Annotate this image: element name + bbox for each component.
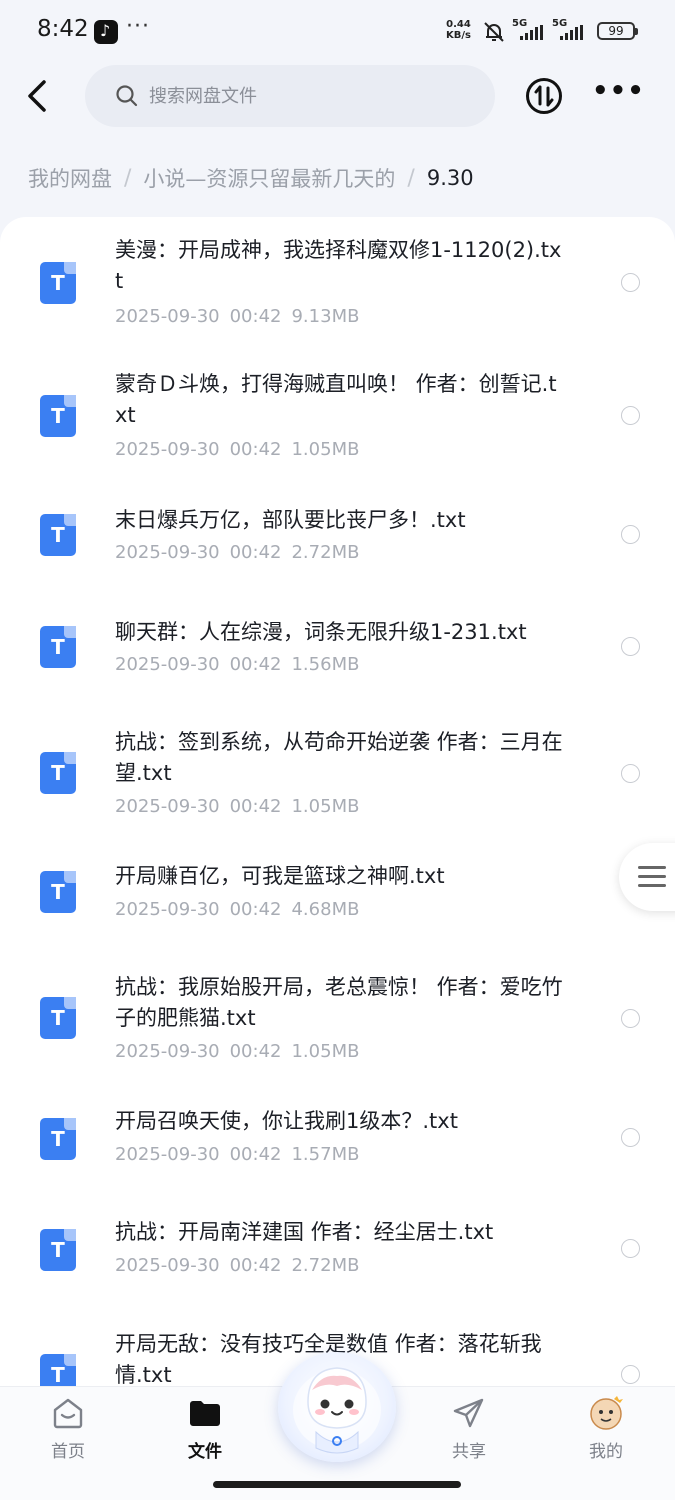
- file-meta: 2025-09-30 00:42 1.05MB: [115, 1041, 360, 1062]
- file-row[interactable]: T 美漫：开局成神，我选择科魔双修1-1120(2).txt 2025-09-3…: [0, 217, 675, 337]
- breadcrumb-separator: /: [407, 165, 415, 191]
- txt-file-icon: T: [40, 871, 76, 913]
- breadcrumb-item-root[interactable]: 我的网盘: [28, 163, 112, 193]
- txt-file-icon: T: [40, 1229, 76, 1271]
- file-meta: 2025-09-30 00:42 9.13MB: [115, 306, 360, 327]
- breadcrumb-item-current: 9.30: [426, 166, 474, 190]
- file-row[interactable]: T 抗战：签到系统，从苟命开始逆袭 作者：三月在望.txt 2025-09-30…: [0, 711, 675, 835]
- mascot-assistant-button[interactable]: [278, 1352, 396, 1462]
- file-name: 聊天群：人在综漫，词条无限升级1-231.txt: [115, 620, 527, 644]
- select-radio[interactable]: [621, 525, 640, 544]
- nav-item-files[interactable]: 文件: [160, 1387, 250, 1477]
- file-list: T 美漫：开局成神，我选择科魔双修1-1120(2).txt 2025-09-3…: [0, 217, 675, 1407]
- home-icon: [53, 1398, 83, 1429]
- status-bar: 8:42 ··· 0.44 KB/s 5G 5G 99: [0, 0, 675, 62]
- file-row[interactable]: T 聊天群：人在综漫，词条无限升级1-231.txt 2025-09-30 00:…: [0, 599, 675, 699]
- home-indicator[interactable]: [213, 1481, 461, 1488]
- file-name: 抗战：我原始股开局，老总震惊！ 作者：爱吃竹子的肥熊猫.txt: [115, 975, 563, 1030]
- nav-item-me[interactable]: 我的: [561, 1387, 651, 1477]
- nav-label: 文件: [188, 1442, 222, 1462]
- signal-sim2-icon: 5G: [552, 18, 588, 42]
- battery-indicator: 99: [597, 22, 638, 40]
- transfer-sort-icon[interactable]: [525, 77, 563, 115]
- file-name: 抗战：签到系统，从苟命开始逆袭 作者：三月在望.txt: [115, 730, 563, 785]
- avatar-icon: [590, 1396, 623, 1430]
- file-name: 开局赚百亿，可我是篮球之神啊.txt: [115, 864, 445, 888]
- nav-label: 共享: [452, 1442, 486, 1462]
- select-radio[interactable]: [621, 1239, 640, 1258]
- nav-item-home[interactable]: 首页: [23, 1387, 113, 1477]
- file-row[interactable]: T 抗战：我原始股开局，老总震惊！ 作者：爱吃竹子的肥熊猫.txt 2025-0…: [0, 956, 675, 1080]
- bell-muted-icon: [484, 22, 504, 42]
- select-radio[interactable]: [621, 273, 640, 292]
- more-notifications-indicator: ···: [126, 14, 150, 39]
- breadcrumb-separator: /: [124, 165, 132, 191]
- file-meta: 2025-09-30 00:42 2.72MB: [115, 1255, 360, 1276]
- select-radio[interactable]: [621, 764, 640, 783]
- file-row[interactable]: T 末日爆兵万亿，部队要比丧尸多！.txt 2025-09-30 00:42 2.7…: [0, 487, 675, 587]
- txt-file-icon: T: [40, 1118, 76, 1160]
- network-speed-unit: KB/s: [446, 30, 471, 41]
- file-meta: 2025-09-30 00:42 1.05MB: [115, 796, 360, 817]
- file-name: 开局召唤天使，你让我刷1级本？.txt: [115, 1109, 458, 1133]
- nav-label: 首页: [51, 1442, 85, 1462]
- select-radio[interactable]: [621, 637, 640, 656]
- folder-icon: [190, 1401, 220, 1426]
- search-icon: [116, 85, 138, 107]
- file-meta: 2025-09-30 00:42 1.56MB: [115, 654, 360, 675]
- txt-file-icon: T: [40, 262, 76, 304]
- tiktok-notification-icon: [94, 20, 118, 44]
- txt-file-icon: T: [40, 752, 76, 794]
- select-radio[interactable]: [621, 1009, 640, 1028]
- txt-file-icon: T: [40, 514, 76, 556]
- more-options-icon[interactable]: •••: [592, 78, 644, 106]
- network-speed-value: 0.44: [446, 19, 471, 30]
- back-arrow-icon[interactable]: [22, 78, 52, 114]
- breadcrumb: 我的网盘 / 小说—资源只留最新几天的 / 9.30: [28, 162, 474, 194]
- file-meta: 2025-09-30 00:42 2.72MB: [115, 542, 360, 563]
- network-speed: 0.44 KB/s: [446, 19, 471, 41]
- nav-item-share[interactable]: 共享: [424, 1387, 514, 1477]
- file-meta: 2025-09-30 00:42 4.68MB: [115, 899, 360, 920]
- select-radio[interactable]: [621, 1128, 640, 1147]
- status-time: 8:42: [37, 16, 89, 42]
- select-radio[interactable]: [621, 1365, 640, 1384]
- file-row[interactable]: T 开局召唤天使，你让我刷1级本？.txt 2025-09-30 00:42 1.5…: [0, 1091, 675, 1191]
- select-radio[interactable]: [621, 406, 640, 425]
- nav-label: 我的: [589, 1442, 623, 1462]
- txt-file-icon: T: [40, 395, 76, 437]
- breadcrumb-item-folder[interactable]: 小说—资源只留最新几天的: [143, 163, 395, 193]
- file-row[interactable]: T 抗战：开局南洋建国 作者：经尘居士.txt 2025-09-30 00:42 2…: [0, 1203, 675, 1303]
- file-meta: 2025-09-30 00:42 1.57MB: [115, 1144, 360, 1165]
- txt-file-icon: T: [40, 626, 76, 668]
- search-input[interactable]: [149, 79, 469, 113]
- signal-sim1-icon: 5G: [512, 18, 548, 42]
- file-name: 蒙奇Ｄ斗焕，打得海贼直叫唤！ 作者：创誓记.txt: [115, 372, 557, 427]
- txt-file-icon: T: [40, 997, 76, 1039]
- file-meta: 2025-09-30 00:42 1.05MB: [115, 439, 360, 460]
- file-row[interactable]: T 蒙奇Ｄ斗焕，打得海贼直叫唤！ 作者：创誓记.txt 2025-09-30 00…: [0, 352, 675, 472]
- file-name: 美漫：开局成神，我选择科魔双修1-1120(2).txt: [115, 238, 562, 293]
- file-name: 末日爆兵万亿，部队要比丧尸多！.txt: [115, 508, 466, 532]
- search-bar[interactable]: [85, 65, 495, 127]
- file-name: 抗战：开局南洋建国 作者：经尘居士.txt: [115, 1220, 494, 1244]
- send-icon: [453, 1398, 484, 1428]
- file-row[interactable]: T 开局赚百亿，可我是篮球之神啊.txt 2025-09-30 00:42 4.68…: [0, 845, 675, 945]
